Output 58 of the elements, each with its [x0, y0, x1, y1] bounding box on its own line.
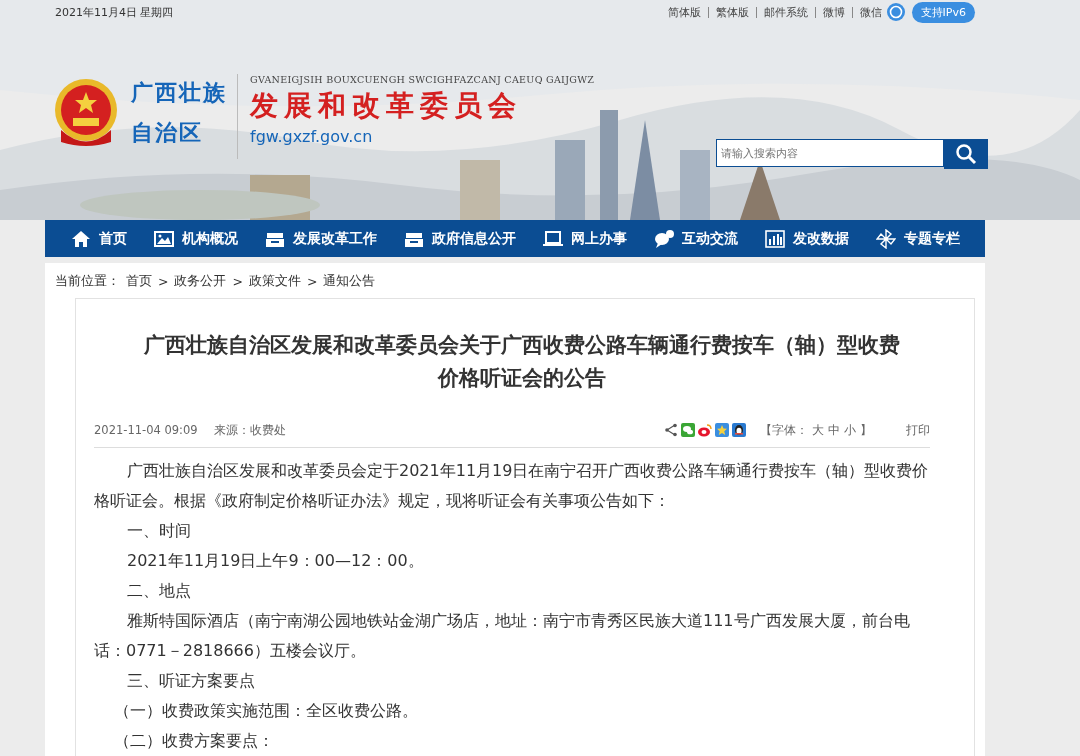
- top-link[interactable]: 微博: [814, 6, 845, 18]
- breadcrumb-label: 当前位置：: [55, 272, 120, 290]
- agency-name: 发展和改革委员会: [250, 88, 523, 124]
- date-text: 2021年11月4日 星期四: [55, 4, 175, 20]
- chat-bubble-icon[interactable]: [681, 423, 695, 437]
- top-link[interactable]: 繁体版: [707, 6, 749, 18]
- article-paragraph: 广西壮族自治区发展和改革委员会定于2021年11月19日在南宁召开广西收费公路车辆通行费按车（轴）型收费价格听证会。根据《政府制定价格听证办法》规定，现将听证会有关事项公告如下：: [94, 460, 930, 512]
- font-size-bracket: 】: [860, 422, 872, 438]
- search-icon: [955, 143, 977, 165]
- breadcrumb-link[interactable]: 政务公开: [174, 272, 227, 290]
- share-icon[interactable]: [664, 423, 678, 437]
- breadcrumb-link[interactable]: 首页: [126, 272, 152, 290]
- nav-item[interactable]: 网上办事: [542, 228, 627, 249]
- article-paragraph: 二、地点: [126, 580, 192, 602]
- nav-item[interactable]: 发改数据: [764, 228, 849, 249]
- site-url: fgw.gxzf.gov.cn: [250, 127, 374, 146]
- region-name: 自治区: [131, 119, 204, 147]
- nav-item[interactable]: 互动交流: [653, 228, 738, 249]
- breadcrumb-separator: >: [232, 273, 243, 289]
- font-size-link[interactable]: 小: [844, 422, 856, 438]
- pinwheel-icon: [875, 228, 896, 249]
- chat-icon: [653, 228, 674, 249]
- article-paragraph: 2021年11月19日上午9：00—12：00。: [126, 550, 425, 572]
- emblem-icon: [53, 78, 119, 148]
- romanized-name: GVANEIGJSIH BOUXCUENGH SWCIGHFAZCANJ CAEUQ GAIJGWZ: [250, 74, 595, 85]
- top-link[interactable]: 邮件系统: [755, 6, 808, 18]
- font-size-link[interactable]: 中: [828, 422, 840, 438]
- nav-item[interactable]: 首页: [70, 228, 127, 249]
- top-link[interactable]: 简体版: [667, 4, 701, 20]
- nav-item[interactable]: 发展改革工作: [264, 228, 377, 249]
- nav-item[interactable]: 专题专栏: [875, 228, 960, 249]
- article-paragraph: （一）收费政策实施范围：全区收费公路。: [113, 700, 419, 722]
- top-link[interactable]: 微信: [851, 6, 882, 18]
- image-icon: [153, 228, 174, 249]
- article-paragraph: 雅斯特国际酒店（南宁南湖公园地铁站金湖广场店，地址：南宁市青秀区民族大道111号广西发展大厦，前台电话：0771－2818666）五楼会议厅。: [94, 610, 911, 662]
- print-link[interactable]: 打印: [906, 422, 930, 438]
- penguin-icon[interactable]: [732, 423, 746, 437]
- publish-date: 2021-11-04 09:09: [94, 423, 198, 437]
- breadcrumb-link[interactable]: 通知公告: [323, 272, 376, 290]
- home-icon: [70, 228, 91, 249]
- nav-item[interactable]: 政府信息公开: [403, 228, 516, 249]
- nav-item[interactable]: 机构概况: [153, 228, 238, 249]
- font-size-label: 【字体：: [760, 422, 808, 438]
- laptop-icon: [542, 228, 563, 249]
- article-paragraph: 一、时间: [126, 520, 192, 542]
- font-size-link[interactable]: 大: [812, 422, 824, 438]
- article-paragraph: 三、听证方案要点: [126, 670, 256, 692]
- bars-icon: [764, 228, 785, 249]
- article-paragraph: （二）收费方案要点：: [113, 730, 275, 752]
- star-icon[interactable]: [715, 423, 729, 437]
- breadcrumb-separator: >: [158, 273, 169, 289]
- source-text: 来源：收费处: [213, 422, 287, 438]
- region-name: 广西壮族: [131, 79, 227, 107]
- article-title: 广西壮族自治区发展和改革委员会关于广西收费公路车辆通行费按车（轴）型收费价格听证会的公告: [143, 332, 901, 392]
- breadcrumb-link[interactable]: 政策文件: [248, 272, 301, 290]
- search-button[interactable]: [944, 139, 988, 169]
- search-field[interactable]: 请输入搜索内容: [716, 139, 944, 167]
- breadcrumb-separator: >: [306, 273, 318, 289]
